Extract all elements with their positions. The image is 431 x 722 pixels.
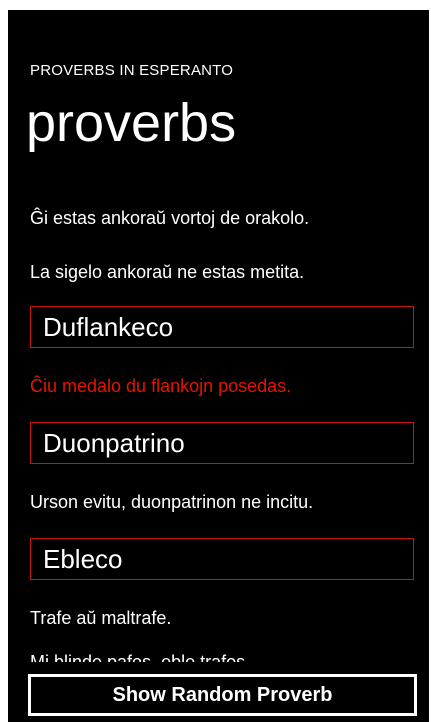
app-title: PROVERBS IN ESPERANTO <box>30 62 234 79</box>
proverb-item-selected[interactable]: Ĉiu medalo du flankojn posedas. <box>30 376 291 397</box>
phone-screen: PROVERBS IN ESPERANTO proverbs Ĝi estas … <box>8 10 429 722</box>
proverb-item[interactable]: Urson evitu, duonpatrinon ne incitu. <box>30 492 313 513</box>
proverb-item[interactable]: Trafe aŭ maltrafe. <box>30 608 171 629</box>
show-random-proverb-button[interactable]: Show Random Proverb <box>28 674 417 716</box>
proverb-item[interactable]: Mi blinde pafos, eble trafos. <box>30 652 250 662</box>
proverb-list[interactable]: Ĝi estas ankoraŭ vortoj de orakolo. La s… <box>8 190 429 662</box>
term-box-duonpatrino[interactable]: Duonpatrino <box>30 422 414 464</box>
page-title: proverbs <box>26 93 237 153</box>
proverb-item[interactable]: Ĝi estas ankoraŭ vortoj de orakolo. <box>30 208 309 229</box>
term-box-duflankeco[interactable]: Duflankeco <box>30 306 414 348</box>
term-box-ebleco[interactable]: Ebleco <box>30 538 414 580</box>
proverb-item[interactable]: La sigelo ankoraŭ ne estas metita. <box>30 262 304 283</box>
